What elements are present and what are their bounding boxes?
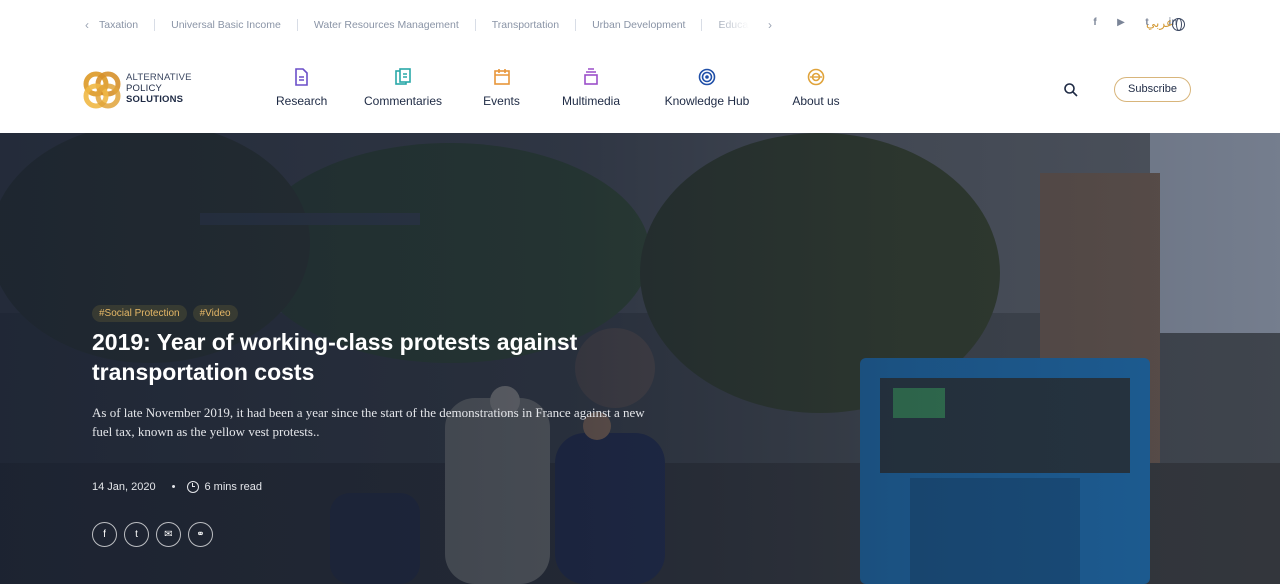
topic-link[interactable]: Education (702, 19, 749, 31)
topic-link[interactable]: Water Resources Management (298, 19, 476, 31)
search-icon[interactable] (1063, 82, 1079, 98)
meta-separator: • (171, 481, 176, 493)
document-icon (295, 68, 308, 86)
logo-line-2: POLICY (126, 83, 163, 94)
logo-mark-icon (807, 68, 825, 86)
subscribe-button[interactable]: Subscribe (1114, 77, 1191, 102)
hero-description: As of late November 2019, it had been a … (92, 405, 645, 439)
facebook-icon[interactable]: f (1082, 17, 1108, 28)
twitter-icon[interactable]: t (124, 522, 149, 547)
logo-text: ALTERNATIVE POLICY SOLUTIONS (126, 72, 192, 105)
hero-tags: #Social Protection #Video (92, 305, 238, 322)
read-time: 6 mins read (204, 481, 262, 493)
topic-list: Taxation Universal Basic Income Water Re… (94, 19, 749, 31)
hero-section: #Social Protection #Video 2019: Year of … (0, 133, 1280, 584)
topic-link[interactable]: Transportation (476, 19, 577, 31)
menu-label: Events (483, 94, 520, 108)
menu-label: Commentaries (363, 94, 443, 108)
hero-meta: 14 Jan, 2020 • 6 mins read (92, 481, 262, 493)
clock-icon (187, 481, 200, 493)
publish-date: 14 Jan, 2020 (92, 481, 156, 493)
menu-label: Multimedia (561, 94, 621, 108)
logo-mark-icon (83, 71, 121, 109)
menu-label: Knowledge Hub (664, 94, 750, 108)
topics-carousel: ‹ Taxation Universal Basic Income Water … (80, 16, 777, 34)
topic-link[interactable]: Urban Development (576, 19, 703, 31)
menu-events[interactable]: Events (483, 68, 520, 110)
menu-label: About us (792, 94, 840, 108)
target-icon (698, 68, 716, 86)
link-icon[interactable]: ⚭ (188, 522, 213, 547)
logo-line-1: ALTERNATIVE (126, 72, 192, 83)
globe-icon[interactable] (1172, 18, 1185, 31)
menu-label: Research (276, 94, 328, 108)
email-icon[interactable]: ✉ (156, 522, 181, 547)
menu-multimedia[interactable]: Multimedia (560, 68, 622, 110)
menu-commentaries[interactable]: Commentaries (363, 68, 443, 110)
menu-knowledge-hub[interactable]: Knowledge Hub (663, 68, 751, 110)
top-bar: ‹ Taxation Universal Basic Income Water … (0, 0, 1280, 50)
topic-link[interactable]: Universal Basic Income (155, 19, 298, 31)
media-stack-icon (584, 68, 598, 85)
logo-line-3: SOLUTIONS (126, 94, 184, 105)
main-nav: ALTERNATIVE POLICY SOLUTIONS Research Co… (0, 50, 1280, 133)
language-switch[interactable]: عربي (1146, 16, 1173, 30)
hero-title[interactable]: 2019: Year of working-class protests aga… (92, 327, 672, 387)
notes-icon (395, 68, 411, 85)
menu-research[interactable]: Research (276, 68, 328, 110)
calendar-icon (493, 69, 510, 85)
chevron-left-icon[interactable]: ‹ (80, 18, 94, 32)
facebook-icon[interactable]: f (92, 522, 117, 547)
topic-link[interactable]: Taxation (94, 19, 156, 31)
share-buttons: f t ✉ ⚭ (92, 522, 213, 547)
tag-video[interactable]: #Video (192, 305, 238, 322)
site-logo[interactable]: ALTERNATIVE POLICY SOLUTIONS (82, 70, 202, 110)
menu-about-us[interactable]: About us (791, 68, 841, 110)
youtube-icon[interactable]: ▶ (1108, 17, 1134, 28)
tag-social-protection[interactable]: #Social Protection (92, 305, 187, 322)
chevron-right-icon[interactable]: › (763, 18, 777, 32)
